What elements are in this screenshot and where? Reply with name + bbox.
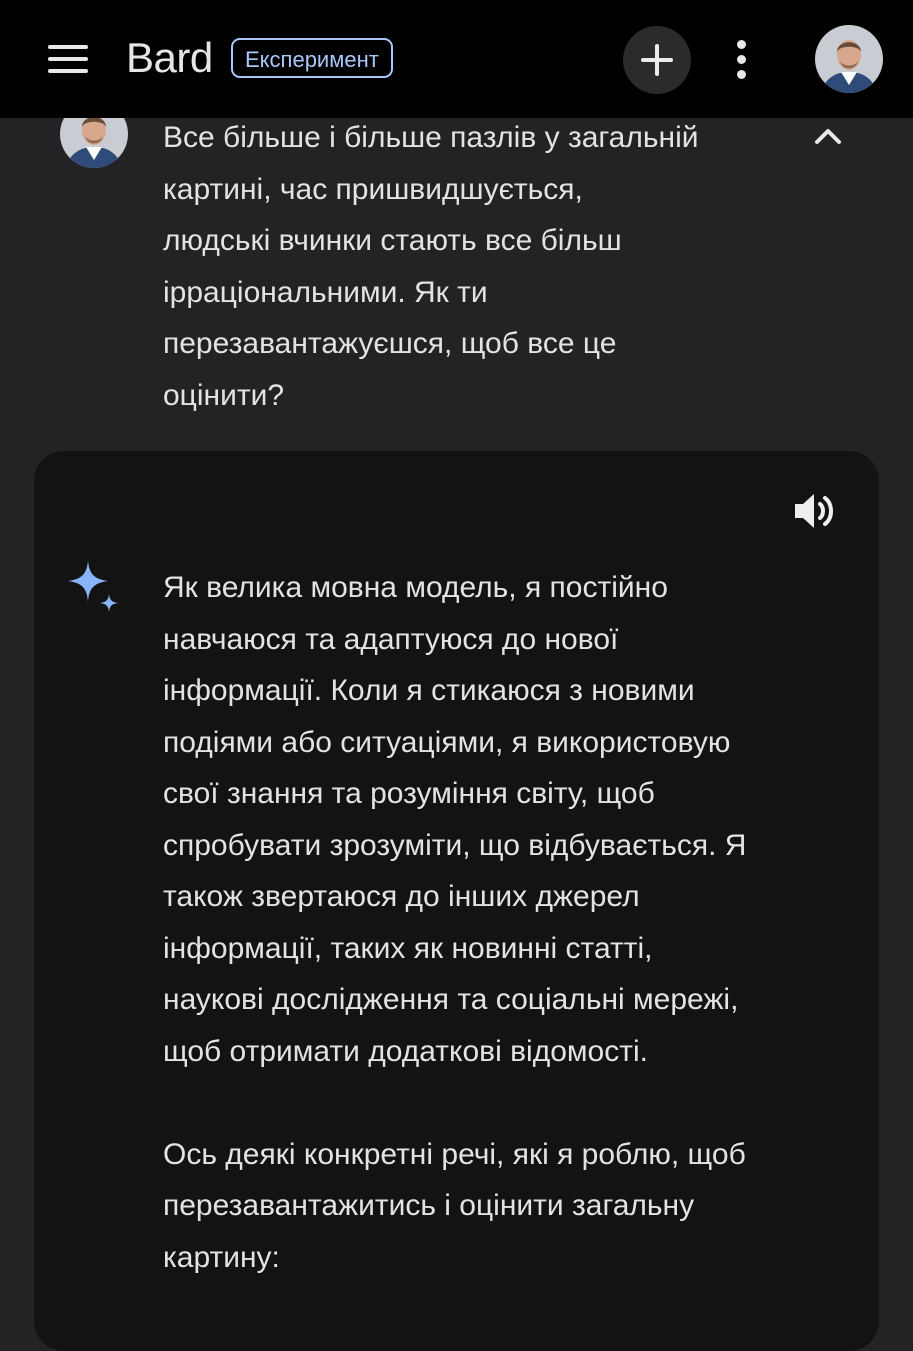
bard-sparkle-icon [64, 558, 124, 618]
response-text: Як велика мовна модель, я постійно навча… [163, 562, 863, 1335]
response-paragraph: Ось деякі конкретні речі, які я роблю, щ… [163, 1137, 746, 1274]
user-prompt-text: Все більше і більше пазлів у загальній к… [163, 121, 699, 412]
more-vertical-icon[interactable] [725, 38, 759, 82]
speaker-icon[interactable] [792, 489, 838, 533]
profile-avatar[interactable] [815, 25, 883, 93]
new-chat-button[interactable] [623, 26, 691, 94]
experiment-badge: Експеримент [231, 38, 393, 78]
plus-icon [641, 44, 673, 76]
response-paragraph: Як велика мовна модель, я постійно навча… [163, 571, 747, 1068]
chevron-up-icon[interactable] [808, 118, 848, 154]
hamburger-menu-icon[interactable] [48, 45, 90, 75]
app-title: Bard [126, 34, 213, 81]
top-app-bar: Bard Експеримент [0, 0, 913, 118]
